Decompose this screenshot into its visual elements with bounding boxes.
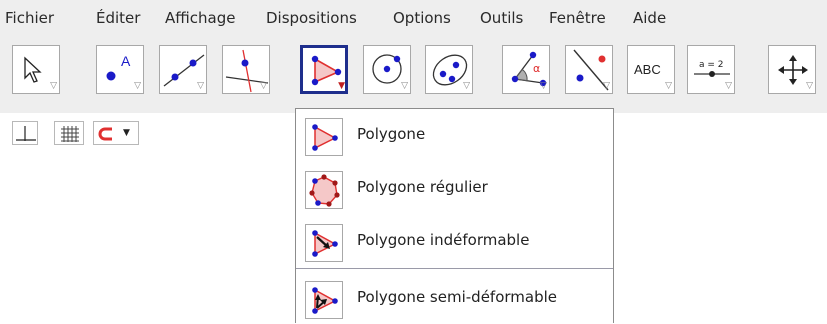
- reflect-tool-button[interactable]: ▽: [565, 45, 613, 94]
- rigid-polygon-icon: [312, 230, 338, 257]
- menu-window[interactable]: Fenêtre: [549, 9, 606, 27]
- menu-item-polygon[interactable]: Polygone: [296, 109, 613, 161]
- point-capturing-button[interactable]: ▼: [93, 121, 139, 145]
- menu-separator: [296, 268, 613, 269]
- move-tool-button[interactable]: ▽: [12, 45, 60, 94]
- tool-menu-indicator: ▽: [540, 81, 547, 91]
- point-capturing-icon: [98, 127, 112, 141]
- menu-bar: Fichier Éditer Affichage Dispositions Op…: [0, 0, 827, 36]
- menu-item-regular-polygon[interactable]: Polygone régulier: [296, 162, 613, 214]
- point-tool-button[interactable]: A ▽: [96, 45, 144, 94]
- chevron-down-icon: ▼: [123, 128, 130, 138]
- menu-file[interactable]: Fichier: [5, 9, 54, 27]
- menu-item-label: Polygone régulier: [357, 178, 488, 196]
- tool-menu-indicator: ▽: [197, 81, 204, 91]
- tool-menu-indicator: ▽: [134, 81, 141, 91]
- regular-polygon-icon: [309, 174, 340, 207]
- menu-view[interactable]: Affichage: [165, 9, 235, 27]
- line-tool-button[interactable]: ▽: [159, 45, 207, 94]
- svg-text:a = 2: a = 2: [699, 60, 724, 70]
- vector-polygon-icon: [312, 287, 338, 314]
- show-grid-button[interactable]: [54, 121, 84, 145]
- svg-text:α: α: [533, 62, 540, 75]
- tool-menu-indicator: ▽: [260, 81, 267, 91]
- menu-item-label: Polygone indéformable: [357, 231, 530, 249]
- tool-menu-indicator: ▼: [338, 81, 345, 91]
- show-axes-button[interactable]: [12, 121, 38, 145]
- svg-text:ABC: ABC: [634, 62, 661, 77]
- menu-options[interactable]: Options: [393, 9, 451, 27]
- svg-text:A: A: [121, 53, 131, 69]
- menu-item-label: Polygone semi-déformable: [357, 288, 558, 306]
- slider-tool-button[interactable]: a = 2 ▽: [687, 45, 735, 94]
- tool-menu-indicator: ▽: [50, 81, 57, 91]
- menu-perspectives[interactable]: Dispositions: [266, 9, 357, 27]
- menu-tools[interactable]: Outils: [480, 9, 523, 27]
- text-tool-button[interactable]: ABC ▽: [627, 45, 675, 94]
- tool-menu-indicator: ▽: [725, 81, 732, 91]
- menu-help[interactable]: Aide: [633, 9, 666, 27]
- polygon-tool-button[interactable]: ▼: [300, 45, 348, 94]
- tool-menu-indicator: ▽: [603, 81, 610, 91]
- menu-edit[interactable]: Éditer: [96, 9, 140, 27]
- tool-menu-indicator: ▽: [401, 81, 408, 91]
- circle-tool-button[interactable]: ▽: [363, 45, 411, 94]
- tool-menu-indicator: ▽: [463, 81, 470, 91]
- tool-menu-indicator: ▽: [806, 81, 813, 91]
- grid-icon: [61, 126, 79, 142]
- menu-item-vector-polygon[interactable]: Polygone semi-déformable: [296, 272, 613, 324]
- move-view-tool-button[interactable]: ▽: [768, 45, 816, 94]
- axes-icon: [16, 126, 36, 141]
- tool-menu-indicator: ▽: [665, 81, 672, 91]
- menu-item-label: Polygone: [357, 125, 426, 143]
- polygon-tools-menu: Polygone Polygone régulier Polygone indé…: [295, 108, 614, 323]
- angle-tool-button[interactable]: α ▽: [502, 45, 550, 94]
- perpendicular-tool-button[interactable]: ▽: [222, 45, 270, 94]
- polygon-icon: [312, 124, 338, 151]
- menu-item-rigid-polygon[interactable]: Polygone indéformable: [296, 215, 613, 267]
- conic-tool-button[interactable]: ▽: [425, 45, 473, 94]
